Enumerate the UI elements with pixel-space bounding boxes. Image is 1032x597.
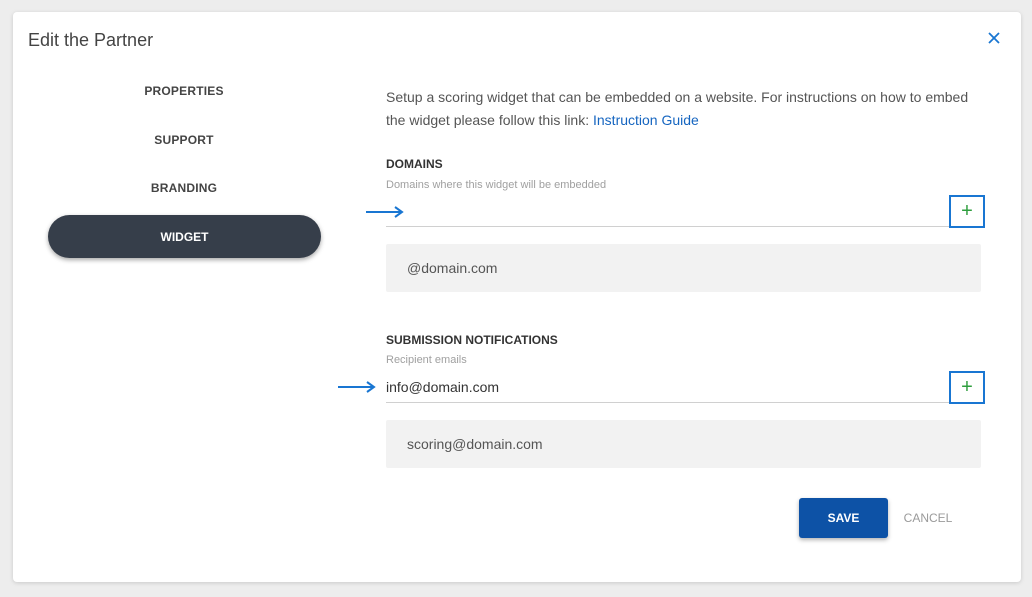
domains-title: DOMAINS (386, 157, 443, 171)
add-recipient-button[interactable]: + (949, 371, 985, 404)
domains-subtitle: Domains where this widget will be embedd… (386, 179, 607, 191)
plus-icon: + (961, 200, 973, 222)
annotation-arrow-icon (338, 381, 376, 393)
nav-item-properties[interactable]: PROPERTIES (48, 84, 320, 98)
edit-partner-modal: Edit the Partner PROPERTIES SUPPORT BRAN… (13, 12, 1021, 582)
domain-input[interactable] (386, 197, 949, 227)
instruction-guide-link[interactable]: Instruction Guide (593, 112, 699, 128)
recipient-entry: scoring@domain.com (386, 420, 981, 468)
nav-item-branding[interactable]: BRANDING (48, 181, 320, 195)
close-icon[interactable] (985, 29, 1003, 47)
nav-item-widget[interactable]: WIDGET (48, 215, 321, 258)
modal-title: Edit the Partner (28, 30, 154, 50)
cancel-label: CANCEL (903, 511, 953, 525)
save-button[interactable]: SAVE (799, 498, 888, 538)
notifications-subtitle: Recipient emails (386, 354, 467, 366)
plus-icon: + (961, 376, 973, 398)
domain-entry: @domain.com (386, 244, 981, 292)
cancel-button[interactable]: CANCEL (893, 498, 963, 538)
nav-item-label: WIDGET (160, 229, 209, 244)
save-label: SAVE (827, 511, 860, 525)
intro-text: Setup a scoring widget that can be embed… (386, 86, 986, 132)
nav-item-support[interactable]: SUPPORT (48, 133, 320, 147)
add-domain-button[interactable]: + (949, 195, 985, 228)
recipient-email-input[interactable]: info@domain.com (386, 373, 949, 403)
notifications-title: SUBMISSION NOTIFICATIONS (386, 333, 558, 347)
